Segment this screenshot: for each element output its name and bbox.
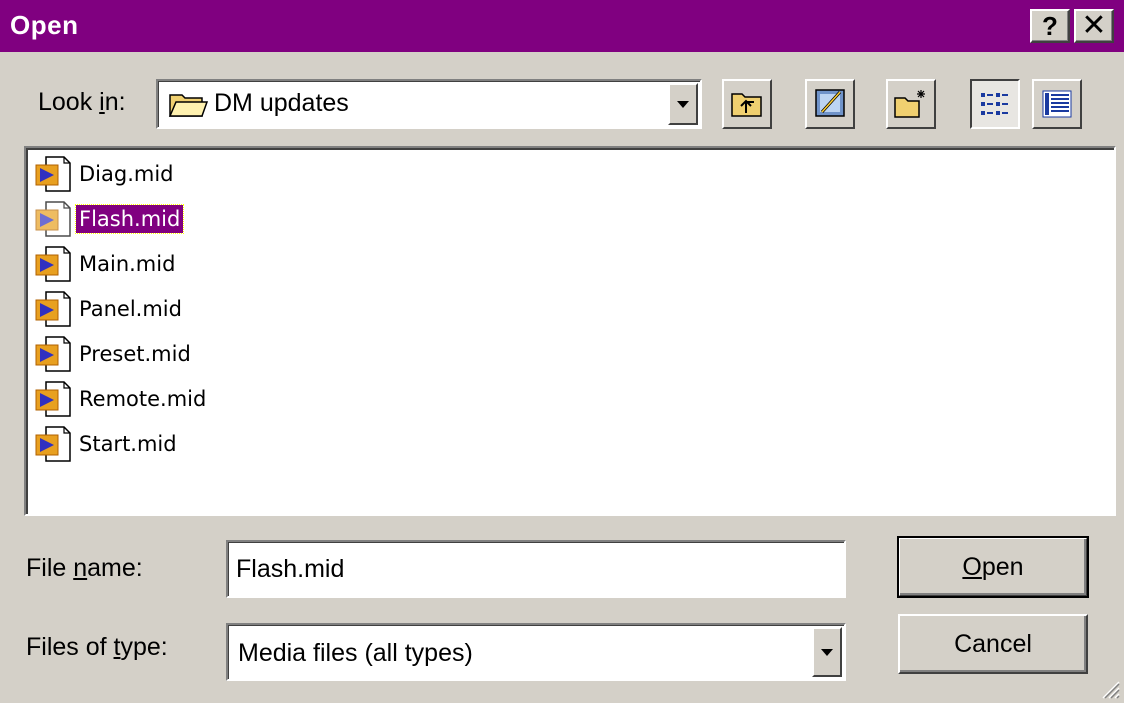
file-name-text: Diag.mid: [79, 162, 174, 186]
file-list-item[interactable]: Start.mid: [34, 424, 180, 464]
file-name-text: Panel.mid: [79, 297, 182, 321]
files-of-type-dropdown[interactable]: Media files (all types): [226, 623, 846, 681]
midi-file-icon: [35, 201, 71, 237]
file-name-text: Main.mid: [79, 252, 176, 276]
list-view-icon: [981, 93, 1008, 115]
cancel-button[interactable]: Cancel: [898, 614, 1088, 674]
window-title: Open: [10, 10, 79, 40]
up-folder-icon: [731, 93, 762, 117]
resize-grip-icon[interactable]: [1098, 677, 1120, 699]
folder-icon: [168, 94, 208, 117]
desktop-icon: [815, 89, 845, 117]
open-button[interactable]: Open: [897, 536, 1089, 598]
file-name-text: Remote.mid: [79, 387, 207, 411]
details-view-icon: [1042, 90, 1072, 118]
file-list-item[interactable]: Preset.mid: [34, 334, 194, 374]
open-dialog: Open ? ✕ Look in: DM updates Diag.mid Fl…: [0, 0, 1124, 703]
file-list[interactable]: Diag.mid Flash.mid Main.mid Panel.mid Preset…: [24, 146, 1116, 516]
midi-file-icon: [35, 156, 71, 192]
create-new-folder-button[interactable]: [886, 79, 936, 129]
file-name-input[interactable]: [226, 540, 846, 598]
midi-file-icon: [35, 291, 71, 327]
close-icon: ✕: [1081, 9, 1107, 42]
go-to-desktop-button[interactable]: [805, 79, 855, 129]
list-view-button[interactable]: [970, 79, 1020, 129]
file-list-item[interactable]: Flash.mid: [34, 199, 185, 239]
file-list-item[interactable]: Remote.mid: [34, 379, 209, 419]
help-icon: ?: [1042, 11, 1058, 41]
files-of-type-dropdown-arrow[interactable]: [812, 627, 842, 677]
file-name-text: Start.mid: [79, 432, 177, 456]
up-one-level-button[interactable]: [722, 79, 772, 129]
close-button[interactable]: ✕: [1074, 9, 1114, 43]
midi-file-icon: [35, 336, 71, 372]
help-button[interactable]: ?: [1030, 9, 1070, 43]
file-list-item[interactable]: Panel.mid: [34, 289, 185, 329]
file-list-item[interactable]: Main.mid: [34, 244, 178, 284]
files-of-type-value: Media files (all types): [238, 639, 473, 667]
midi-file-icon: [35, 381, 71, 417]
details-view-button[interactable]: [1032, 79, 1082, 129]
file-name-text: Flash.mid: [74, 204, 185, 234]
look-in-value: DM updates: [214, 89, 349, 117]
look-in-label: Look in:: [38, 88, 126, 116]
look-in-dropdown[interactable]: DM updates: [156, 79, 702, 129]
new-folder-icon: [894, 90, 925, 118]
midi-file-icon: [35, 426, 71, 462]
chevron-down-icon: [677, 100, 689, 108]
title-bar[interactable]: Open ? ✕: [0, 0, 1124, 52]
file-name-label: File name:: [26, 554, 143, 582]
file-list-item[interactable]: Diag.mid: [34, 154, 177, 194]
look-in-dropdown-arrow[interactable]: [668, 83, 698, 125]
chevron-down-icon: [821, 648, 833, 656]
files-of-type-label: Files of type:: [26, 633, 168, 661]
midi-file-icon: [35, 246, 71, 282]
file-name-text: Preset.mid: [79, 342, 191, 366]
